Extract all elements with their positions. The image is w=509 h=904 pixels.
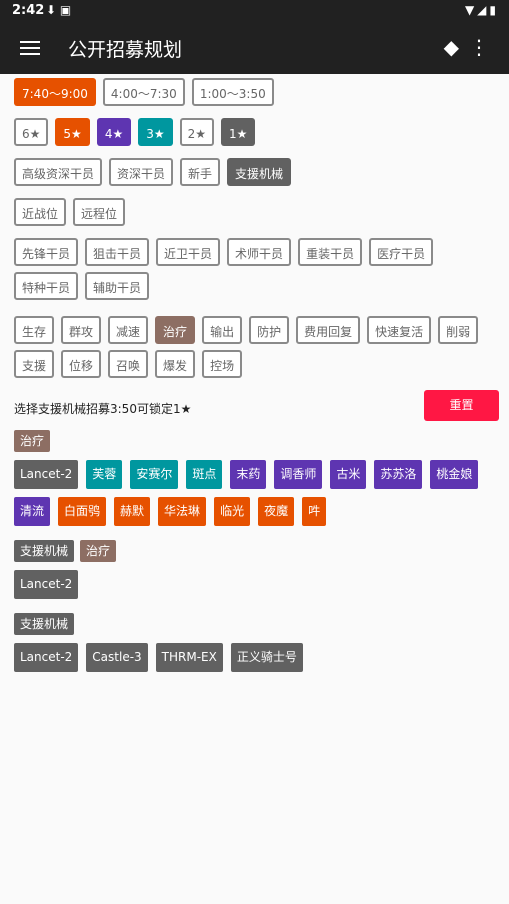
- affix-tag-chip[interactable]: 减速: [108, 316, 149, 344]
- class-tag-chip[interactable]: 狙击干员: [85, 238, 150, 266]
- affix-tag-chip[interactable]: 支援: [14, 350, 55, 378]
- operator-chip[interactable]: 末药: [230, 460, 267, 489]
- result-tag: 支援机械: [14, 540, 75, 562]
- affix-tag-chip[interactable]: 防护: [249, 316, 290, 344]
- position-tag-chip[interactable]: 远程位: [73, 198, 126, 226]
- star-filter-chip[interactable]: 6★: [14, 118, 49, 146]
- lock-hint: 选择支援机械招募3:50可锁定1★: [14, 402, 192, 416]
- more-options-icon[interactable]: ⋮: [469, 35, 489, 59]
- layers-icon[interactable]: ◆: [444, 35, 459, 59]
- class-tag-chip[interactable]: 医疗干员: [369, 238, 434, 266]
- operator-chip[interactable]: 调香师: [274, 460, 323, 489]
- affix-tag-chip[interactable]: 削弱: [438, 316, 479, 344]
- reset-button[interactable]: 重置: [424, 390, 499, 421]
- affix-tag-chip[interactable]: 爆发: [155, 350, 196, 378]
- result-group: 支援机械 治疗 Lancet-2: [14, 540, 504, 607]
- operator-chip[interactable]: 白面鸮: [58, 497, 107, 526]
- time-option-chip[interactable]: 1:00～3:50: [191, 78, 274, 106]
- operator-chip[interactable]: 正义骑士号: [230, 643, 303, 672]
- class-tag-chip[interactable]: 重装干员: [298, 238, 363, 266]
- result-tag: 治疗: [80, 540, 117, 562]
- qualification-tag-chip[interactable]: 支援机械: [227, 158, 292, 186]
- result-tag: 支援机械: [14, 613, 75, 635]
- operator-chip[interactable]: THRM-EX: [155, 643, 223, 672]
- affix-tag-chip[interactable]: 群攻: [61, 316, 102, 344]
- result-tag: 治疗: [14, 430, 51, 452]
- star-filter-chip[interactable]: 4★: [96, 118, 132, 146]
- class-tag-chip[interactable]: 近卫干员: [156, 238, 221, 266]
- affix-tag-chip[interactable]: 治疗: [155, 316, 196, 344]
- page-title: 公开招募规划: [68, 39, 183, 61]
- affix-tag-chip[interactable]: 费用回复: [296, 316, 361, 344]
- star-filter-chip[interactable]: 1★: [221, 118, 256, 146]
- main-content: 7:40～9:00 4:00～7:30 1:00～3:50 6★ 5★ 4★ 3★ 2★ 1★…: [14, 78, 504, 686]
- app-bar: 公开招募规划 ◆ ⋮: [0, 22, 509, 74]
- star-filter-chip[interactable]: 2★: [179, 118, 215, 146]
- affix-tag-chip[interactable]: 召唤: [108, 350, 149, 378]
- class-tag-chip[interactable]: 辅助干员: [85, 272, 150, 300]
- class-tag-chip[interactable]: 术师干员: [227, 238, 292, 266]
- operator-chip[interactable]: 苏苏洛: [374, 460, 423, 489]
- time-filter-row: 7:40～9:00 4:00～7:30 1:00～3:50: [14, 78, 504, 112]
- position-tag-chip[interactable]: 近战位: [14, 198, 67, 226]
- qualification-tag-chip[interactable]: 新手: [180, 158, 221, 186]
- result-list: 治疗 Lancet-2 芙蓉 安赛尔 斑点 末药 调香师 古米 苏苏洛 桃金娘 清流 白面鸮 赫默 华法琳…: [14, 430, 504, 680]
- star-filter-chip[interactable]: 3★: [138, 118, 173, 146]
- qualification-tag-chip[interactable]: 资深干员: [109, 158, 174, 186]
- operator-chip[interactable]: Lancet-2: [14, 643, 79, 672]
- menu-icon[interactable]: [20, 38, 40, 58]
- operator-chip[interactable]: 芙蓉: [86, 460, 123, 489]
- result-group: 治疗 Lancet-2 芙蓉 安赛尔 斑点 末药 调香师 古米 苏苏洛 桃金娘清流 白面鸮 赫默 华法琳…: [14, 430, 504, 534]
- operator-chip[interactable]: 清流: [14, 497, 51, 526]
- system-icons: ▼◢▮: [464, 3, 499, 17]
- time-option-chip[interactable]: 7:40～9:00: [14, 78, 96, 106]
- status-time: 2:42: [12, 3, 45, 18]
- time-option-chip[interactable]: 4:00～7:30: [102, 78, 185, 106]
- status-bar: 2:42 ⬇ ▣ ▼◢▮: [0, 0, 509, 22]
- affix-tag-chip[interactable]: 位移: [61, 350, 102, 378]
- affix-tag-chip[interactable]: 快速复活: [367, 316, 432, 344]
- star-filter-chip[interactable]: 5★: [55, 118, 90, 146]
- operator-chip[interactable]: 安赛尔: [130, 460, 179, 489]
- status-line: 选择支援机械招募3:50可锁定1★ 重置: [14, 390, 504, 430]
- operator-chip[interactable]: 桃金娘: [430, 460, 479, 489]
- operator-chip[interactable]: 古米: [330, 460, 367, 489]
- qualification-tag-row: 高级资深干员 资深干员 新手 支援机械: [14, 158, 504, 192]
- operator-chip[interactable]: 吽: [302, 497, 327, 526]
- position-tag-row: 近战位 远程位: [14, 198, 504, 232]
- notification-icons: ⬇ ▣: [46, 3, 72, 17]
- operator-chip[interactable]: 临光: [214, 497, 251, 526]
- operator-chip[interactable]: Castle-3: [86, 643, 148, 672]
- operator-chip[interactable]: Lancet-2: [14, 460, 79, 489]
- affix-tag-chip[interactable]: 生存: [14, 316, 55, 344]
- operator-chip[interactable]: 斑点: [186, 460, 223, 489]
- operator-chip[interactable]: 华法琳: [158, 497, 207, 526]
- qualification-tag-chip[interactable]: 高级资深干员: [14, 158, 103, 186]
- result-group: 支援机械 Lancet-2 Castle-3 THRM-EX 正义骑士号: [14, 613, 504, 680]
- affix-tag-chip[interactable]: 控场: [202, 350, 243, 378]
- star-filter-row: 6★ 5★ 4★ 3★ 2★ 1★: [14, 118, 504, 152]
- affix-tag-chip[interactable]: 输出: [202, 316, 243, 344]
- affix-tag-row: 生存 群攻 减速 治疗 输出 防护 费用回复 快速复活 削弱支援 位移 召唤 爆发 控场: [14, 316, 504, 384]
- class-tag-chip[interactable]: 特种干员: [14, 272, 79, 300]
- class-tag-row: 先锋干员 狙击干员 近卫干员 术师干员 重装干员 医疗干员特种干员 辅助干员: [14, 238, 504, 306]
- operator-chip[interactable]: Lancet-2: [14, 570, 79, 599]
- class-tag-chip[interactable]: 先锋干员: [14, 238, 79, 266]
- operator-chip[interactable]: 夜魔: [258, 497, 295, 526]
- operator-chip[interactable]: 赫默: [114, 497, 151, 526]
